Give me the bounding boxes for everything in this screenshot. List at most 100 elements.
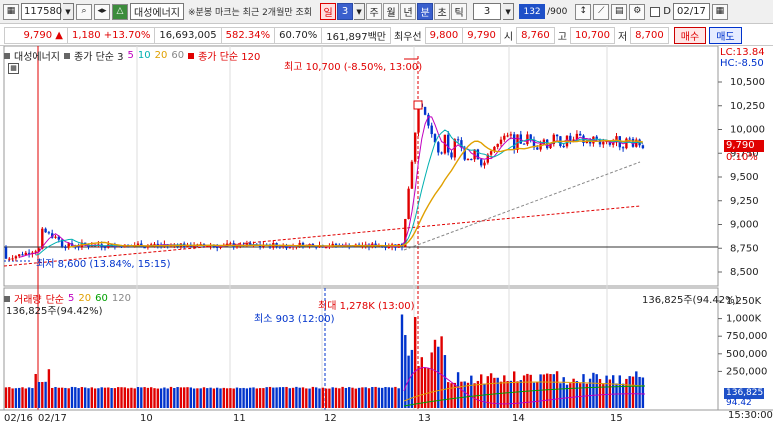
volume-bar [621,383,625,408]
volume-bar [285,386,288,408]
candle-body [450,152,453,158]
volume-bar [34,373,37,408]
volume-bar [4,387,8,408]
volume-bar [275,387,278,408]
volume-bar [483,383,486,408]
stock-code-input[interactable]: 117580 [21,3,62,20]
volume-bar [344,387,348,408]
volume-bar [14,388,18,408]
drawing-icon[interactable]: ⟋ [593,3,610,20]
volume-bar [295,386,298,408]
sell-button[interactable]: 매도 [709,26,742,44]
volume-bar [532,382,536,408]
volume-bar [245,388,249,408]
volume-bar [433,339,437,408]
calendar-icon[interactable]: ▦ [711,3,728,20]
volume-bar [100,387,103,408]
period-button-5[interactable]: 분 [417,3,434,20]
candle-body [47,232,51,234]
search-icon[interactable]: ⌕ [76,3,92,20]
volume-bar [51,387,54,408]
legend-toggle-icon[interactable]: ▦ [8,63,19,74]
stock-info-icon[interactable]: △ [112,3,128,20]
volume-bar [536,382,539,408]
volume-bar [229,388,232,408]
volume-bar [97,388,100,408]
volume-bar [519,380,522,408]
interval-input[interactable]: 3 [473,3,502,20]
period-button-1[interactable]: 3 [337,3,354,20]
date-input[interactable]: 02/17 [673,3,710,20]
interval-dropdown[interactable]: ▼ [503,3,515,20]
volume-bar [169,386,173,408]
x-axis-label: 10 [140,413,153,424]
volume-bar [546,373,549,408]
legend-ma20: 20 [154,50,168,61]
candle-body [503,135,506,140]
price-panel-frame [3,46,719,287]
volume-bar [70,386,74,408]
period-button-0[interactable]: 일 [320,3,337,20]
volume-bar [255,388,258,408]
volume-bar [470,375,473,408]
volume-bar [93,388,97,408]
volume-bar [414,317,417,408]
count-badge[interactable]: 132 [519,4,546,19]
volume-tick-label: 250,000 [726,366,767,377]
gear-icon[interactable]: ⚙ [629,3,646,20]
date-checkbox[interactable] [650,6,661,17]
volume-bar [592,372,595,408]
stock-name: 대성에너지 [130,3,184,20]
candle-body [54,236,57,238]
volume-bar [27,387,31,408]
volume-bar [8,387,11,408]
candle-body [621,147,625,149]
indicator-icon[interactable]: ↕ [575,3,592,20]
volume-bar [315,387,318,408]
volume-value: 16,693,005 [154,26,222,44]
candle-body [466,159,470,161]
high-label: 고 [557,31,567,43]
volume-bar [278,387,282,408]
candle-body [216,246,219,248]
volume-bar [84,387,87,408]
prev-next-icon[interactable]: ◂▸ [94,3,110,20]
volume-bar [262,388,265,408]
volume-bar [542,374,546,408]
candle-body [143,247,146,249]
period-button-6[interactable]: 초 [434,3,451,20]
volume-bar [206,388,209,408]
volume-bar [453,382,456,408]
volume-bar [400,314,404,408]
buy-button[interactable]: 매수 [673,26,707,44]
period-button-7[interactable]: 틱 [451,3,468,20]
volume-bar [450,383,453,408]
candle-body [8,258,11,260]
volume-bar [410,349,414,408]
volume-bar [209,387,212,408]
period-dropdown[interactable]: ▼ [354,3,366,20]
volume-bar [582,374,585,408]
chart-type-icon[interactable]: ▦ [3,3,19,20]
candle-body [334,243,338,245]
stock-code-dropdown[interactable]: ▼ [63,3,74,20]
volume-bar [341,386,344,408]
save-icon[interactable]: ▤ [611,3,628,20]
period-button-3[interactable]: 월 [383,3,400,20]
current-price: 9,790 ▲ [4,26,68,44]
volume-bar [222,387,225,408]
chart-canvas[interactable]: 10,50010,25010,0009,7509,5009,2509,0008,… [0,46,773,424]
volume-bar [64,387,67,408]
period-button-2[interactable]: 주 [366,3,383,20]
volume-bar [130,387,133,408]
chart-area[interactable]: 10,500 10,250 10,000 9,750 9,500 9,250 9,000 8,… [0,46,773,424]
price-tick-label: 10,000 [730,125,765,136]
candle-body [456,139,460,141]
period-button-4[interactable]: 년 [400,3,417,20]
volume-bar [186,387,189,408]
candle-body [489,151,493,155]
volume-bar [196,388,199,408]
price-tick-label: 10,500 [730,77,765,88]
volume-bar [80,387,84,408]
volume-bar [110,388,113,408]
